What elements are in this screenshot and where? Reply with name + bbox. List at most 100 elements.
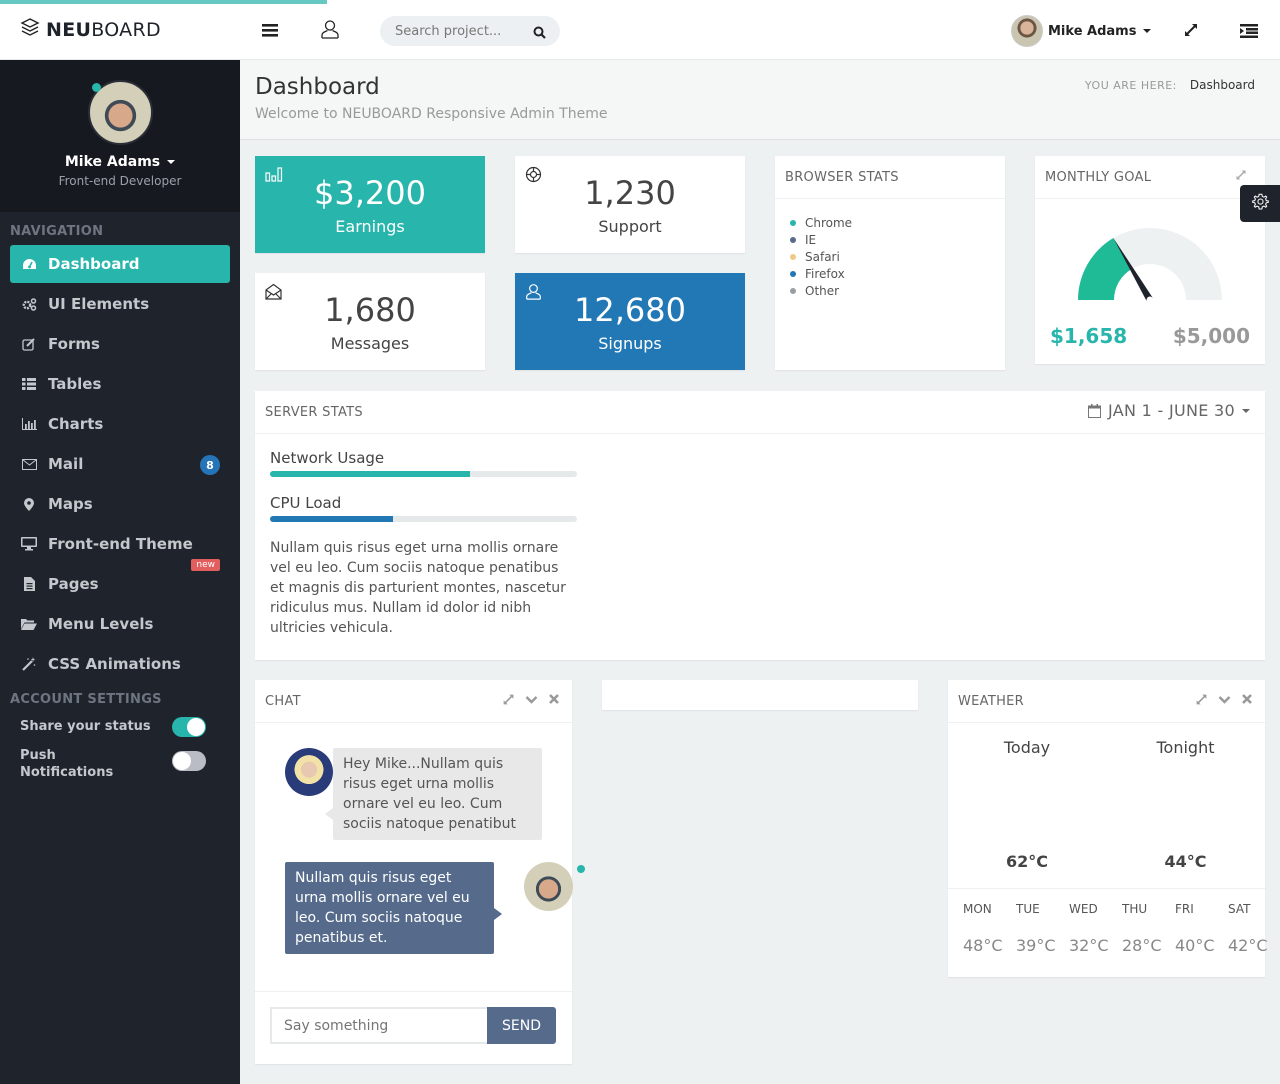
sidebar-item-label: Charts bbox=[48, 415, 104, 433]
date-range-label: JAN 1 - JUNE 30 bbox=[1107, 401, 1235, 420]
profile-name-dropdown[interactable]: Mike Adams bbox=[0, 154, 240, 170]
dashboard-icon bbox=[20, 258, 38, 271]
weather-panel: WEATHER Today Tonight 62°C 44°C MON 48°C … bbox=[948, 680, 1268, 977]
weather-divider bbox=[948, 888, 1265, 889]
tile-value: 12,680 bbox=[574, 291, 686, 329]
progress-label: Network Usage bbox=[270, 449, 385, 467]
date-range-dropdown[interactable]: JAN 1 - JUNE 30 bbox=[1087, 401, 1250, 420]
push-notifications-toggle[interactable] bbox=[172, 751, 206, 771]
sidebar-item-ui-elements[interactable]: UI Elements bbox=[10, 285, 230, 323]
page-subtitle: Welcome to NEUBOARD Responsive Admin The… bbox=[255, 106, 608, 122]
sidebar-item-label: Forms bbox=[48, 335, 100, 353]
sidebar-item-label: Maps bbox=[48, 495, 93, 513]
tile-label: Support bbox=[598, 217, 662, 236]
search-icon[interactable] bbox=[533, 24, 546, 43]
sidebar-item-tables[interactable]: Tables bbox=[10, 365, 230, 403]
expand-icon bbox=[1183, 22, 1199, 42]
tile-messages[interactable]: 1,680 Messages bbox=[255, 273, 485, 370]
panel-title: CHAT bbox=[265, 693, 301, 709]
map-marker-icon bbox=[20, 497, 38, 511]
server-stats-body: Network Usage CPU Load Nullam quis risus… bbox=[255, 434, 1265, 638]
legend-item: Safari bbox=[790, 248, 1005, 265]
brand-logo[interactable]: NEU BOARD bbox=[20, 18, 161, 41]
sidebar-item-pages[interactable]: Pages bbox=[10, 565, 230, 603]
fullscreen-button[interactable] bbox=[1180, 21, 1202, 43]
legend-dot bbox=[790, 219, 796, 226]
theme-settings-button[interactable] bbox=[1240, 185, 1280, 222]
search-box bbox=[380, 16, 560, 46]
day-temp: 40°C bbox=[1175, 936, 1215, 955]
setting-label: Share your status bbox=[20, 719, 151, 734]
sidebar-item-label: Tables bbox=[48, 375, 102, 393]
day-name: WED bbox=[1069, 902, 1098, 916]
online-status-dot bbox=[577, 865, 585, 873]
legend-label: IE bbox=[805, 232, 817, 247]
legend-item: Firefox bbox=[790, 265, 1005, 282]
server-stats-panel: SERVER STATS JAN 1 - JUNE 30 Network Usa… bbox=[255, 391, 1265, 660]
close-icon[interactable] bbox=[1241, 693, 1253, 706]
cogs-icon bbox=[20, 297, 38, 311]
message-text: Nullam quis risus eget urna mollis ornar… bbox=[295, 870, 470, 946]
expand-icon[interactable] bbox=[502, 693, 515, 706]
brand-rest: BOARD bbox=[91, 18, 161, 41]
sidebar-item-frontend-theme[interactable]: Front-end Theme new bbox=[10, 525, 230, 571]
legend-dot bbox=[790, 253, 796, 260]
forecast-day: TUE 39°C bbox=[1016, 902, 1069, 955]
tile-signups[interactable]: 12,680 Signups bbox=[515, 273, 745, 370]
share-status-toggle[interactable] bbox=[172, 717, 206, 737]
close-icon[interactable] bbox=[548, 693, 560, 706]
legend-dot bbox=[790, 236, 796, 243]
right-panel-toggle[interactable] bbox=[1238, 21, 1260, 43]
chat-message-outgoing: Nullam quis risus eget urna mollis ornar… bbox=[285, 862, 494, 954]
tile-support[interactable]: 1,230 Support bbox=[515, 156, 745, 253]
magic-wand-icon bbox=[20, 657, 38, 671]
legend-label: Other bbox=[805, 283, 840, 298]
monthly-goal-panel: MONTHLY GOAL $1,658 $5,000 bbox=[1035, 156, 1265, 364]
tile-label: Signups bbox=[598, 334, 662, 353]
user-menu-button[interactable] bbox=[318, 19, 342, 43]
legend-dot bbox=[790, 287, 796, 294]
expand-icon[interactable] bbox=[1235, 169, 1247, 185]
setting-share-status: Share your status bbox=[0, 717, 240, 747]
sidebar-item-css-animations[interactable]: CSS Animations bbox=[10, 645, 230, 683]
page-header: Dashboard Welcome to NEUBOARD Responsive… bbox=[240, 60, 1280, 140]
chat-divider bbox=[255, 991, 572, 992]
list-icon bbox=[20, 378, 38, 390]
menu-toggle-button[interactable] bbox=[258, 20, 282, 42]
legend-label: Safari bbox=[805, 249, 840, 264]
sidebar-item-dashboard[interactable]: Dashboard bbox=[10, 245, 230, 283]
goal-gauge bbox=[1078, 228, 1222, 302]
sidebar: Mike Adams Front-end Developer NAVIGATIO… bbox=[0, 60, 240, 1084]
hamburger-icon bbox=[262, 22, 278, 41]
chevron-down-icon[interactable] bbox=[525, 693, 538, 706]
send-button[interactable]: SEND bbox=[487, 1007, 556, 1044]
edit-icon bbox=[20, 337, 38, 351]
header-user-dropdown[interactable]: Mike Adams bbox=[1011, 15, 1152, 47]
caret-down-icon bbox=[1143, 29, 1152, 33]
network-usage-progress bbox=[270, 471, 577, 477]
sidebar-item-forms[interactable]: Forms bbox=[10, 325, 230, 363]
breadcrumb-current[interactable]: Dashboard bbox=[1190, 78, 1255, 92]
panel-tools bbox=[502, 693, 560, 706]
sidebar-profile: Mike Adams Front-end Developer bbox=[0, 60, 240, 212]
profile-role: Front-end Developer bbox=[58, 174, 182, 188]
today-label: Today bbox=[1003, 738, 1051, 757]
day-temp: 48°C bbox=[963, 936, 1003, 955]
sidebar-item-mail[interactable]: Mail 8 bbox=[10, 445, 230, 483]
tonight-temp: 44°C bbox=[1164, 852, 1207, 871]
file-icon bbox=[20, 577, 38, 591]
panel-title: BROWSER STATS bbox=[785, 169, 899, 185]
sidebar-item-charts[interactable]: Charts bbox=[10, 405, 230, 443]
legend-item: IE bbox=[790, 231, 1005, 248]
tile-value: 1,230 bbox=[584, 174, 676, 212]
day-temp: 42°C bbox=[1228, 936, 1268, 955]
chat-message-input[interactable] bbox=[270, 1007, 487, 1044]
tile-earnings[interactable]: $3,200 Earnings bbox=[255, 156, 485, 253]
cpu-load-progress bbox=[270, 516, 577, 522]
legend-item: Other bbox=[790, 282, 1005, 299]
sidebar-item-maps[interactable]: Maps bbox=[10, 485, 230, 523]
expand-icon[interactable] bbox=[1195, 693, 1208, 706]
sidebar-item-menu-levels[interactable]: Menu Levels bbox=[10, 605, 230, 643]
search-input[interactable] bbox=[395, 23, 523, 39]
chevron-down-icon[interactable] bbox=[1218, 693, 1231, 706]
